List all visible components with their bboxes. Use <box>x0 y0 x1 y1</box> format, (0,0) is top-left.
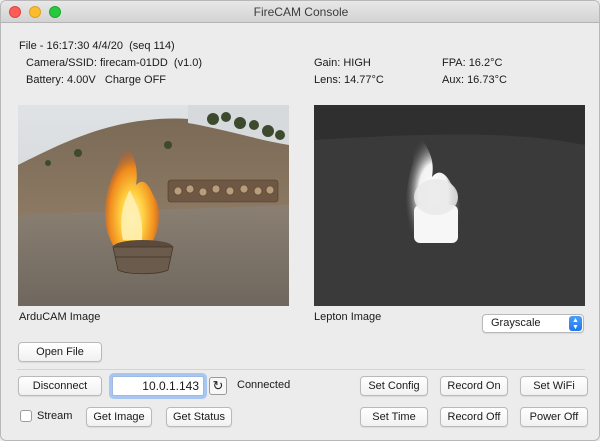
ip-address-field[interactable]: 10.0.1.143 <box>112 376 204 396</box>
power-off-button[interactable]: Power Off <box>520 407 588 427</box>
battery-text: Battery: 4.00V Charge OFF <box>26 74 167 86</box>
set-time-button[interactable]: Set Time <box>360 407 428 427</box>
fpa-temp-text: FPA: 16.2°C <box>442 57 503 69</box>
aux-temp-text: Aux: 16.73°C <box>442 74 507 86</box>
camera-ssid-text: Camera/SSID: firecam-01DD (v1.0) <box>26 57 203 69</box>
arducam-caption: ArduCAM Image <box>19 311 101 323</box>
connection-status-text: Connected <box>237 379 291 391</box>
window-title: FireCAM Console <box>253 5 349 19</box>
record-off-button[interactable]: Record Off <box>440 407 508 427</box>
arducam-image <box>18 105 289 306</box>
open-file-button[interactable]: Open File <box>18 342 102 362</box>
title-bar[interactable]: FireCAM Console <box>1 1 599 23</box>
set-wifi-button[interactable]: Set WiFi <box>520 376 588 396</box>
disconnect-button[interactable]: Disconnect <box>18 376 102 396</box>
palette-selected-value: Grayscale <box>491 317 541 329</box>
stream-label: Stream <box>37 410 73 422</box>
set-config-button[interactable]: Set Config <box>360 376 428 396</box>
separator <box>17 369 585 370</box>
lepton-image <box>314 105 585 306</box>
lepton-caption: Lepton Image <box>314 311 382 323</box>
palette-select[interactable]: Grayscale ▲ ▼ <box>482 314 584 333</box>
stream-checkbox[interactable] <box>20 410 32 422</box>
select-arrows-icon: ▲ ▼ <box>569 316 582 331</box>
get-status-button[interactable]: Get Status <box>166 407 232 427</box>
gain-text: Gain: HIGH <box>314 57 371 69</box>
file-info-text: File - 16:17:30 4/4/20 (seq 114) <box>19 40 175 52</box>
get-image-button[interactable]: Get Image <box>86 407 152 427</box>
refresh-icon[interactable]: ↻ <box>209 377 227 395</box>
firecam-window: FireCAM Console File - 16:17:30 4/4/20 (… <box>0 0 600 441</box>
lens-temp-text: Lens: 14.77°C <box>314 74 384 86</box>
record-on-button[interactable]: Record On <box>440 376 508 396</box>
